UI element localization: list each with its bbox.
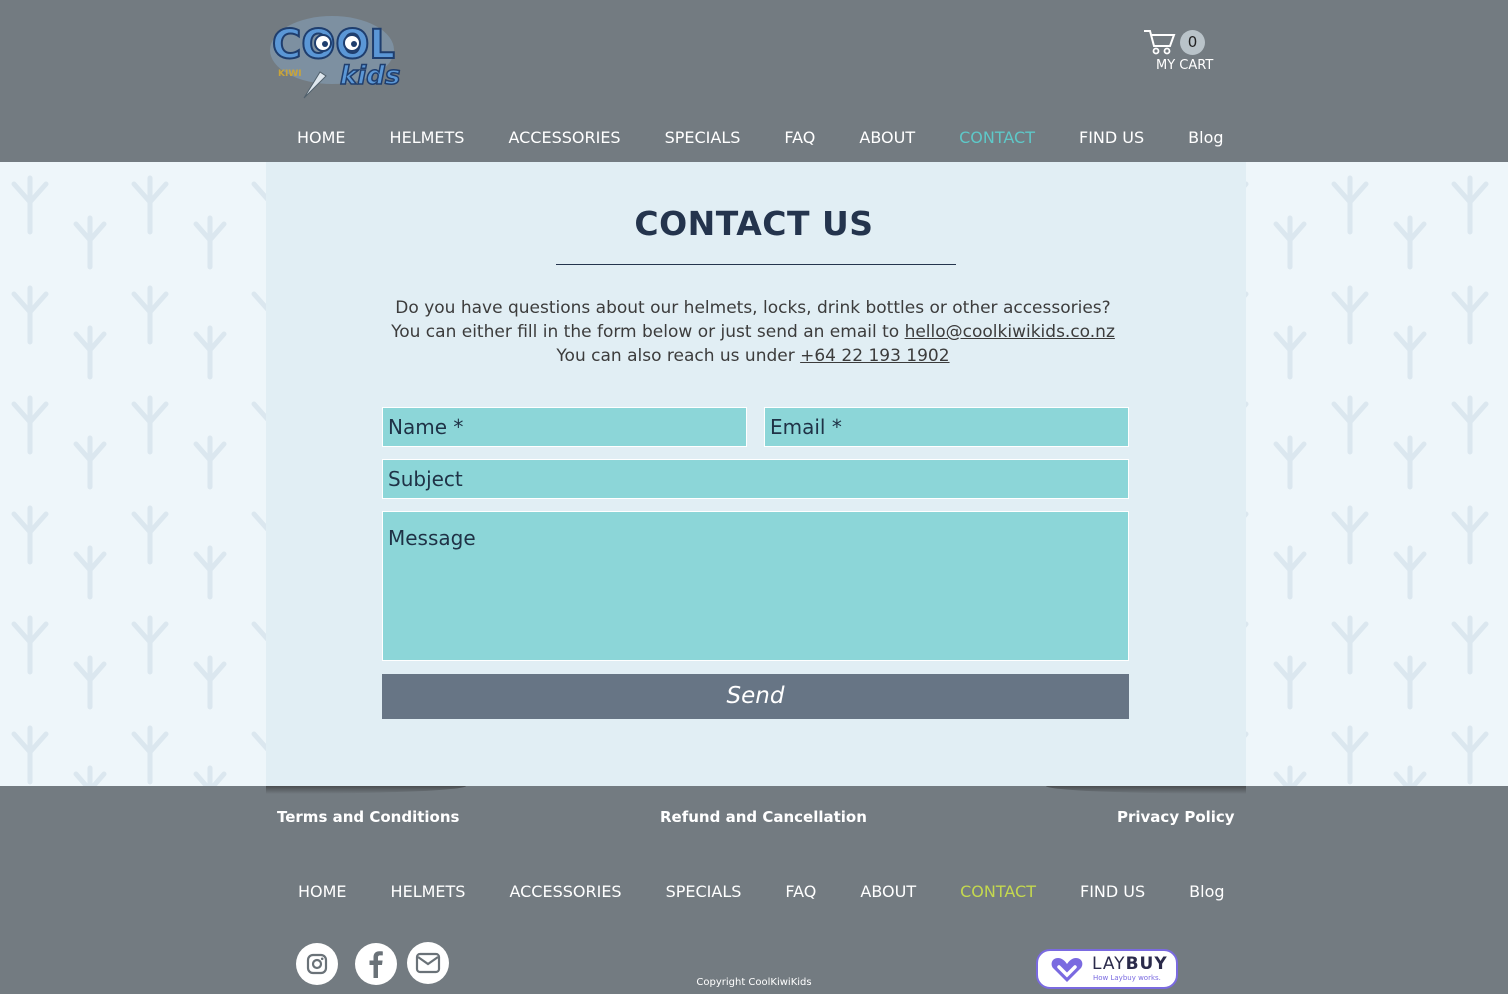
cart-label: MY CART [1156,58,1214,73]
laybuy-heart-icon [1051,958,1083,982]
intro-line-1: Do you have questions about our helmets,… [395,298,1111,318]
my-cart[interactable]: 0 MY CART [1142,28,1222,78]
refund-link[interactable]: Refund and Cancellation [660,808,867,826]
copyright-text: Copyright CoolKiwiKids [696,977,812,988]
intro-line-2-text: You can either fill in the form below or… [391,322,905,342]
nav-home[interactable]: HOME [297,128,346,152]
footer-nav-find-us[interactable]: FIND US [1080,882,1145,906]
message-field[interactable]: Message [382,511,1129,661]
cart-icon [1144,30,1176,55]
site-footer: Terms and Conditions Refund and Cancella… [0,786,1508,994]
footer-nav-accessories[interactable]: ACCESSORIES [509,882,621,906]
site-header: COOL KIWI kids 0 MY CART HOME HELMETS AC… [0,0,1508,162]
footer-nav-about[interactable]: ABOUT [860,882,916,906]
logo-text-kiwi: KIWI [278,69,302,79]
laybuy-badge[interactable]: LAYBUY How Laybuy works. [1036,949,1178,989]
laybuy-word-light: LAY [1092,954,1126,974]
footer-nav-specials[interactable]: SPECIALS [666,882,742,906]
footer-shadow-right [1046,786,1246,794]
intro-line-3-text: You can also reach us under [556,346,801,366]
contact-intro: Do you have questions about our helmets,… [300,296,1206,368]
nav-specials[interactable]: SPECIALS [665,128,741,152]
nav-helmets[interactable]: HELMETS [390,128,465,152]
terms-link[interactable]: Terms and Conditions [277,808,459,826]
footer-shadow-left [266,786,466,794]
intro-line-2: You can either fill in the form below or… [300,320,1206,344]
facebook-icon [369,951,383,978]
logo-text-kids: kids [340,61,400,91]
email-field[interactable]: Email * [764,407,1129,447]
main-nav: HOME HELMETS ACCESSORIES SPECIALS FAQ AB… [297,128,1268,152]
nav-blog[interactable]: Blog [1188,128,1223,152]
intro-line-3: You can also reach us under +64 22 193 1… [300,344,1206,368]
footer-nav-faq[interactable]: FAQ [785,882,816,906]
instagram-icon [306,953,328,975]
footer-nav-contact[interactable]: CONTACT [960,882,1036,906]
nav-faq[interactable]: FAQ [784,128,815,152]
laybuy-wordmark: LAYBUY [1092,954,1168,974]
footer-nav-blog[interactable]: Blog [1189,882,1224,906]
privacy-link[interactable]: Privacy Policy [1117,808,1235,826]
nav-about[interactable]: ABOUT [859,128,915,152]
nav-find-us[interactable]: FIND US [1079,128,1144,152]
title-divider [556,264,956,265]
nav-contact[interactable]: CONTACT [959,128,1035,152]
cart-count-badge: 0 [1180,30,1205,55]
cool-kiwi-kids-logo[interactable]: COOL KIWI kids [268,10,402,100]
mail-icon [415,952,441,974]
footer-nav-home[interactable]: HOME [298,882,347,906]
phone-link[interactable]: +64 22 193 1902 [800,346,949,366]
laybuy-subtitle: How Laybuy works. [1093,974,1161,982]
footer-nav: HOME HELMETS ACCESSORIES SPECIALS FAQ AB… [298,882,1269,906]
nav-accessories[interactable]: ACCESSORIES [508,128,620,152]
footer-nav-helmets[interactable]: HELMETS [391,882,466,906]
laybuy-word-bold: BUY [1125,954,1168,974]
email-link[interactable]: hello@coolkiwikids.co.nz [905,322,1115,342]
name-field[interactable]: Name * [382,407,747,447]
subject-field[interactable]: Subject [382,459,1129,499]
send-button[interactable]: Send [382,674,1129,719]
page-title: CONTACT US [634,204,874,243]
